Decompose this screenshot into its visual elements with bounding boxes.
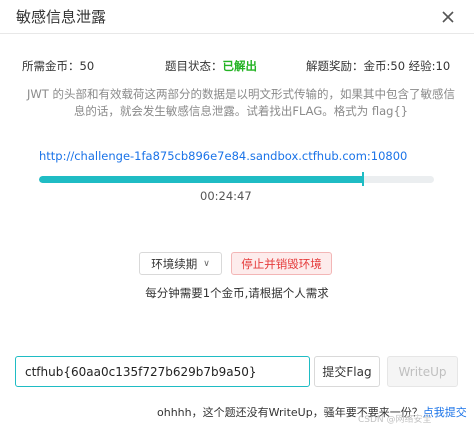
countdown-timer: 00:24:47	[200, 189, 252, 203]
watermark: CSDN @网络安全	[358, 415, 432, 424]
chevron-down-icon: ∨	[203, 258, 210, 269]
reward-info: 解题奖励：金币:50 经验:10	[306, 59, 451, 73]
dialog-title: 敏感信息泄露	[16, 8, 107, 26]
flag-input[interactable]	[15, 356, 310, 387]
coin-hint: 每分钟需要1个金币,请根据个人需求	[145, 286, 329, 300]
time-progress-bar	[39, 176, 434, 183]
writeup-button[interactable]: WriteUp	[387, 356, 458, 387]
challenge-dialog: 敏感信息泄露 所需金币：50 题目状态：已解出 解题奖励：金币:50 经验:10…	[0, 0, 474, 424]
dialog-header: 敏感信息泄露	[0, 0, 474, 34]
stop-destroy-button[interactable]: 停止并销毁环境	[231, 252, 332, 275]
renew-label: 环境续期	[151, 256, 198, 271]
environment-url-link[interactable]: http://challenge-1fa875cb896e7e84.sandbo…	[39, 149, 407, 163]
status-info: 题目状态：已解出	[165, 58, 257, 76]
cost-info: 所需金币：50	[22, 59, 95, 73]
status-badge: 已解出	[222, 59, 258, 73]
status-prefix: 题目状态：	[165, 59, 223, 73]
close-icon	[442, 11, 454, 23]
close-button[interactable]	[438, 7, 458, 27]
progress-marker	[362, 172, 364, 186]
time-progress-fill	[39, 176, 363, 183]
challenge-description: JWT 的头部和有效载荷这两部分的数据是以明文形式传输的，如果其中包含了敏感信息…	[27, 87, 455, 118]
submit-flag-button[interactable]: 提交Flag	[314, 356, 380, 387]
renew-environment-button[interactable]: 环境续期 ∨	[139, 252, 222, 275]
